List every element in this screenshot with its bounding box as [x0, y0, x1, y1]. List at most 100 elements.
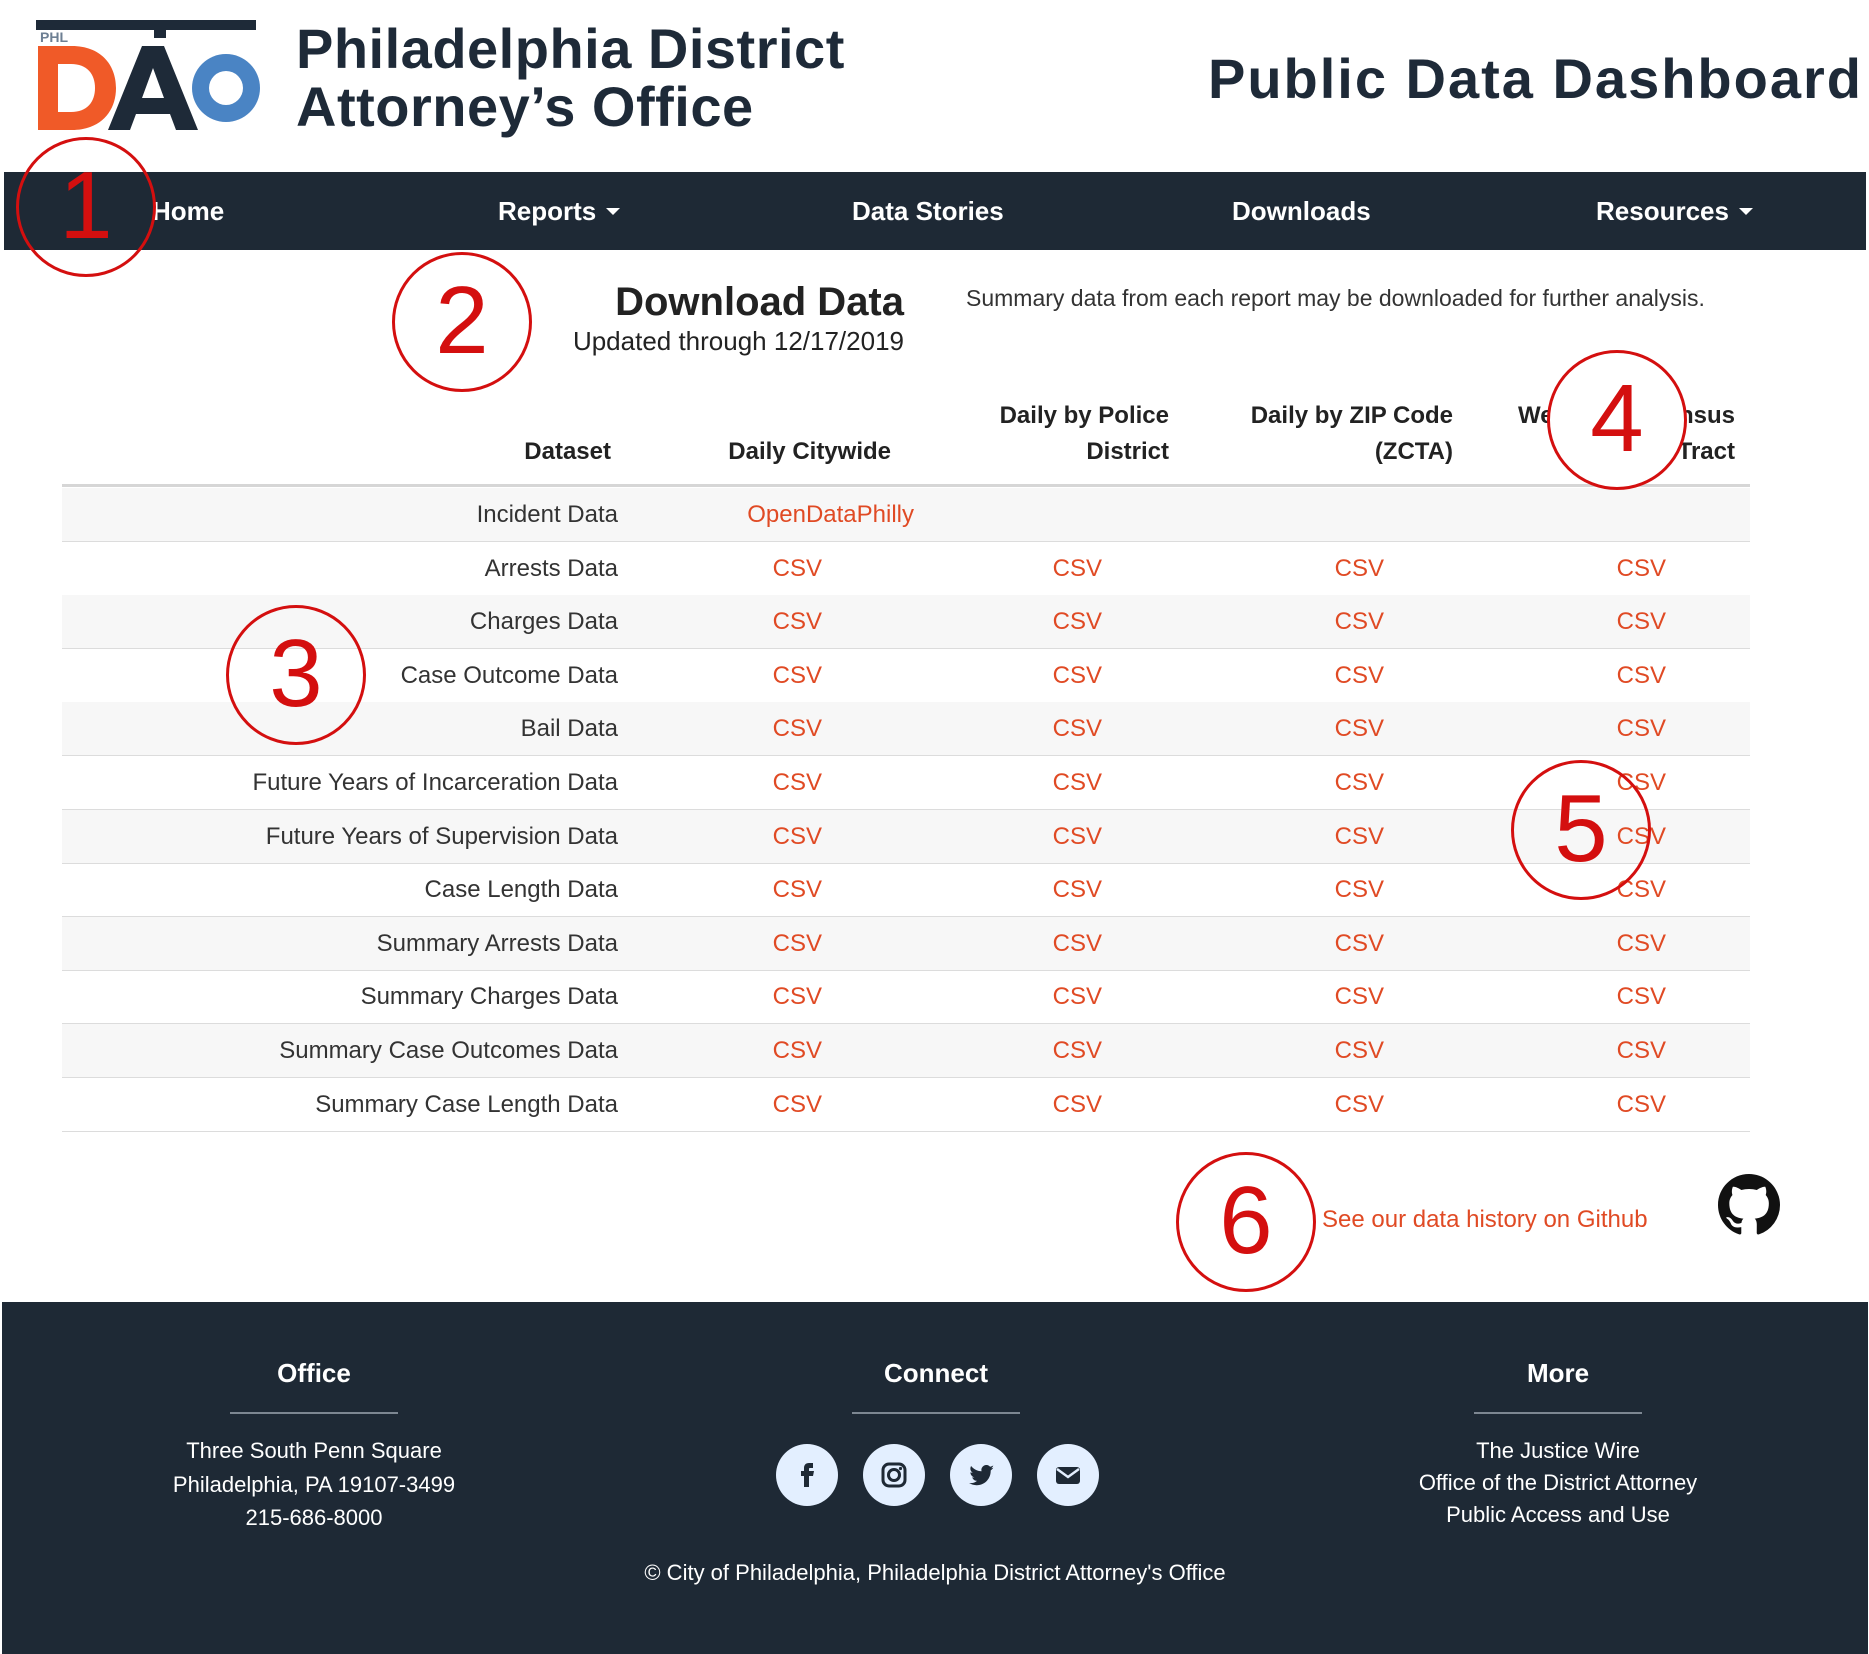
dataset-name: Case Outcome Data [400, 661, 618, 689]
dataset-name: Summary Case Length Data [315, 1090, 618, 1118]
csv-download-link[interactable]: CSV [1053, 863, 1102, 916]
csv-download-link[interactable]: CSV [773, 1024, 822, 1077]
csv-download-link[interactable]: CSV [1335, 542, 1384, 595]
csv-download-link[interactable]: CSV [1053, 917, 1102, 970]
org-name: Philadelphia District Attorney’s Office [296, 20, 845, 136]
github-icon[interactable] [1718, 1174, 1780, 1236]
csv-download-link[interactable]: CSV [773, 917, 822, 970]
dataset-name: Incident Data [476, 501, 618, 528]
column-header-text: Dataset [524, 438, 611, 465]
annotation-marker-6: 6 [1176, 1152, 1316, 1292]
csv-download-link[interactable]: CSV [1335, 756, 1384, 809]
dashboard-title: Public Data Dashboard [1207, 47, 1863, 110]
annotation-marker-1: 1 [16, 137, 156, 277]
email-icon[interactable] [1037, 1444, 1099, 1506]
table-row: Summary Charges Data CSV CSV CSV CSV [62, 970, 1750, 1025]
csv-download-link[interactable]: CSV [773, 756, 822, 809]
csv-download-link[interactable]: CSV [1053, 1024, 1102, 1077]
csv-download-link[interactable]: CSV [1053, 542, 1102, 595]
nav-reports-dropdown[interactable]: Reports [498, 172, 621, 250]
dataset-name: Summary Arrests Data [376, 929, 618, 957]
table-row: Future Years of Incarceration Data CSV CSV… [62, 756, 1750, 810]
csv-download-link[interactable]: CSV [773, 863, 822, 916]
csv-download-link[interactable]: CSV [1617, 917, 1666, 970]
csv-download-link[interactable]: CSV [1335, 970, 1384, 1023]
csv-download-link[interactable]: CSV [1617, 1078, 1666, 1131]
twitter-icon[interactable] [950, 1444, 1012, 1506]
dataset-name: Future Years of Supervision Data [265, 822, 618, 850]
annotation-marker-5: 5 [1511, 760, 1651, 900]
table-row: Arrests Data CSV CSV CSV CSV [62, 542, 1750, 596]
footer-link-public-access[interactable]: Public Access and Use [1278, 1502, 1838, 1528]
footer-divider [230, 1412, 398, 1414]
csv-download-link[interactable]: CSV [1617, 649, 1666, 702]
updated-date: Updated through 12/17/2019 [572, 326, 904, 356]
footer-office-heading: Office [277, 1358, 351, 1388]
footer-link-office-da[interactable]: Office of the District Attorney [1278, 1470, 1838, 1496]
page-title: Download Data [615, 280, 904, 324]
csv-download-link[interactable]: CSV [773, 810, 822, 863]
logo-small-text: PHL [40, 29, 68, 45]
csv-download-link[interactable]: CSV [1053, 702, 1102, 755]
table-row: Case Length Data CSV CSV CSV CSV [62, 863, 1750, 918]
csv-download-link[interactable]: CSV [773, 1078, 822, 1131]
csv-download-link[interactable]: CSV [1335, 702, 1384, 755]
column-header-text: Tract [1677, 438, 1735, 465]
instagram-icon[interactable] [863, 1444, 925, 1506]
dataset-name: Future Years of Incarceration Data [252, 769, 618, 796]
csv-download-link[interactable]: CSV [1617, 542, 1666, 595]
csv-download-link[interactable]: CSV [1335, 810, 1384, 863]
chevron-down-icon [606, 207, 621, 215]
csv-download-link[interactable]: CSV [1617, 970, 1666, 1023]
column-header-text: Daily by Police [999, 402, 1169, 429]
download-description: Summary data from each report may be dow… [966, 285, 1705, 311]
csv-download-link[interactable]: CSV [1053, 595, 1102, 648]
table-row: Incident Data OpenDataPhilly [62, 488, 1750, 542]
footer-divider [852, 1412, 1020, 1414]
csv-download-link[interactable]: CSV [773, 649, 822, 702]
nav-downloads[interactable]: Downloads [1232, 172, 1371, 250]
csv-download-link[interactable]: CSV [1617, 595, 1666, 648]
footer-more-heading: More [1526, 1358, 1590, 1388]
footer-office-address-line2: Philadelphia, PA 19107-3499 [172, 1472, 456, 1497]
dao-logo[interactable]: PHL [36, 20, 266, 132]
csv-download-link[interactable]: CSV [1617, 1024, 1666, 1077]
csv-download-link[interactable]: CSV [1335, 917, 1384, 970]
dataset-name: Bail Data [520, 715, 618, 743]
csv-download-link[interactable]: CSV [773, 595, 822, 648]
csv-download-link[interactable]: CSV [1335, 595, 1384, 648]
csv-download-link[interactable]: CSV [1053, 810, 1102, 863]
csv-download-link[interactable]: CSV [773, 970, 822, 1023]
csv-download-link[interactable]: CSV [1335, 1024, 1384, 1077]
csv-download-link[interactable]: CSV [773, 702, 822, 755]
column-header-text: District [1086, 438, 1169, 465]
nav-home[interactable]: Home [152, 172, 224, 250]
facebook-icon[interactable] [776, 1444, 838, 1506]
csv-download-link[interactable]: CSV [1053, 649, 1102, 702]
footer-connect-heading: Connect [884, 1358, 988, 1388]
nav-data-stories-label: Data Stories [852, 196, 1004, 226]
table-header-divider [62, 484, 1750, 487]
csv-download-link[interactable]: CSV [773, 542, 822, 595]
csv-download-link[interactable]: CSV [1617, 702, 1666, 755]
site-header: PHL Philadelphia District Attorney’s Off… [0, 0, 1869, 172]
csv-download-link[interactable]: CSV [1053, 756, 1102, 809]
opendataphilly-link[interactable]: OpenDataPhilly [747, 488, 914, 541]
footer-divider [1474, 1412, 1642, 1414]
main-navbar: Home Reports Data Stories Downloads Reso… [4, 172, 1866, 250]
dataset-name: Summary Case Outcomes Data [279, 1037, 618, 1064]
column-header-daily-citywide: Daily Citywide [728, 434, 891, 470]
nav-data-stories[interactable]: Data Stories [852, 172, 1004, 250]
dataset-name: Charges Data [469, 608, 618, 636]
dataset-name: Summary Charges Data [360, 983, 618, 1011]
footer-link-justice-wire[interactable]: The Justice Wire [1278, 1438, 1838, 1464]
nav-resources-dropdown[interactable]: Resources [1596, 172, 1753, 250]
csv-download-link[interactable]: CSV [1335, 649, 1384, 702]
github-history-link[interactable]: See our data history on Github [1322, 1206, 1648, 1234]
csv-download-link[interactable]: CSV [1053, 1078, 1102, 1131]
csv-download-link[interactable]: CSV [1335, 1078, 1384, 1131]
dataset-name: Arrests Data [484, 554, 618, 582]
csv-download-link[interactable]: CSV [1335, 863, 1384, 916]
column-header-daily-police-district: Daily by Police District [1000, 398, 1169, 470]
csv-download-link[interactable]: CSV [1053, 970, 1102, 1023]
